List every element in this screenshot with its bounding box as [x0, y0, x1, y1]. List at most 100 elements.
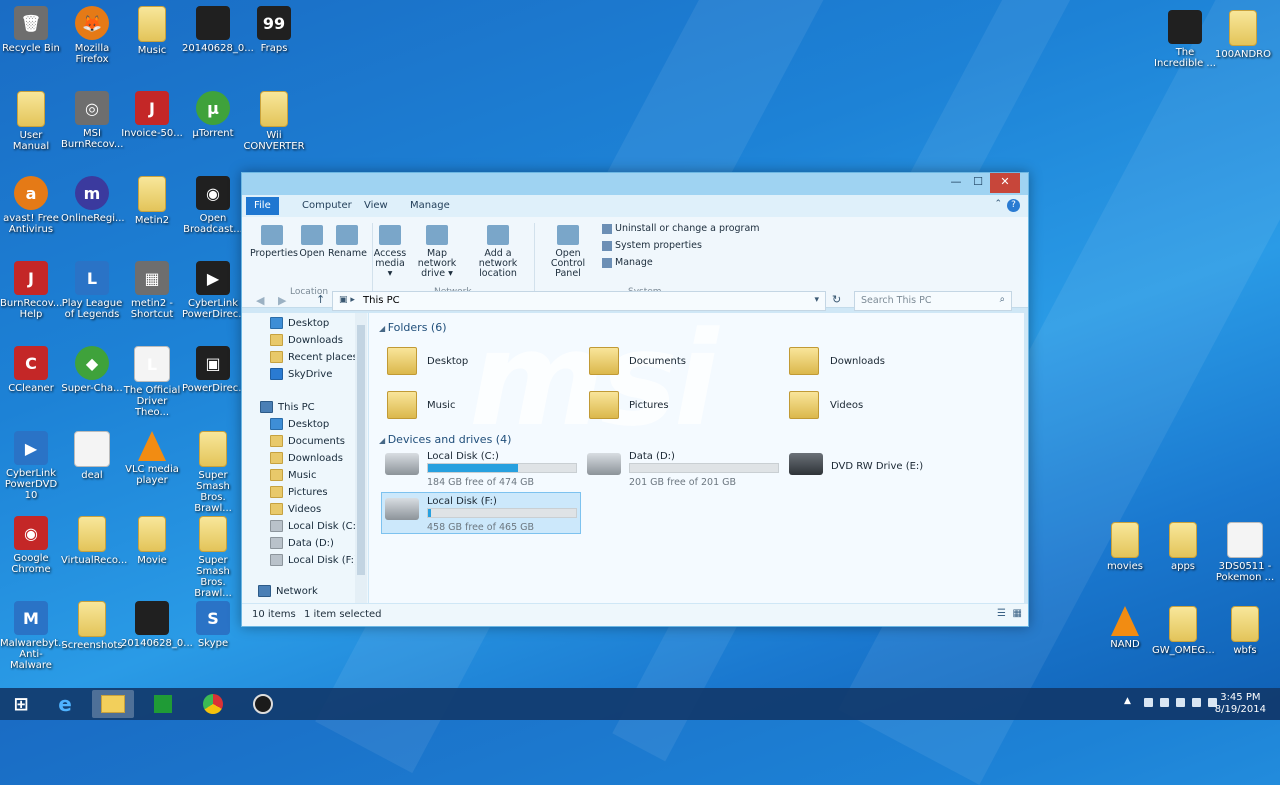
power-icon[interactable]	[1192, 698, 1201, 707]
devices-section-header[interactable]: ◢ Devices and drives (4)	[379, 433, 511, 446]
show-hidden-icons[interactable]: ▲	[1124, 696, 1131, 706]
desktop-icon[interactable]: Metin2	[121, 176, 183, 226]
add-network-location-button[interactable]: Add a network location	[466, 225, 530, 279]
desktop-icon[interactable]: 20140628_0...	[121, 601, 193, 649]
nav-item-music[interactable]: Music	[270, 469, 316, 481]
start-button[interactable]: ⊞	[0, 690, 42, 718]
taskbar-store[interactable]	[142, 690, 184, 718]
desktop-icon[interactable]: User Manual	[0, 91, 62, 152]
desktop-icon[interactable]: C CCleaner	[0, 346, 62, 394]
refresh-icon[interactable]: ↻	[832, 293, 841, 306]
desktop-icon[interactable]: GW_OMEG...	[1152, 606, 1215, 656]
minimize-button[interactable]: —	[944, 173, 968, 193]
folder-downloads[interactable]: Downloads	[830, 356, 885, 367]
folder-pictures[interactable]: Pictures	[629, 400, 669, 411]
manage-button[interactable]: Manage	[602, 257, 653, 268]
desktop-icon[interactable]: J Invoice-50...	[121, 91, 183, 139]
desktop-icon[interactable]: 99 Fraps	[243, 6, 305, 54]
drive-dvd-rw-e[interactable]: DVD RW Drive (E:)	[789, 449, 989, 489]
nav-item-local-disk-f[interactable]: Local Disk (F:)	[270, 554, 358, 566]
details-view-icon[interactable]: ☰	[997, 608, 1006, 619]
desktop-icon[interactable]: 100ANDRO	[1212, 10, 1274, 60]
tab-view[interactable]: View	[356, 197, 396, 215]
folder-videos[interactable]: Videos	[830, 400, 863, 411]
open-control-panel-button[interactable]: Open Control Panel	[538, 225, 598, 279]
nav-item-pictures[interactable]: Pictures	[270, 486, 328, 498]
folder-music[interactable]: Music	[427, 400, 455, 411]
collapse-ribbon-icon[interactable]: ⌃	[994, 199, 1002, 209]
up-icon[interactable]: ↑	[316, 293, 325, 306]
chevron-down-icon[interactable]: ▾	[814, 295, 819, 305]
folders-section-header[interactable]: ◢ Folders (6)	[379, 321, 447, 334]
desktop-icon[interactable]: apps	[1152, 522, 1214, 572]
nav-item-documents[interactable]: Documents	[270, 435, 345, 447]
maximize-button[interactable]: ☐	[966, 173, 990, 193]
desktop-icon[interactable]: µ µTorrent	[182, 91, 244, 139]
action-center-icon[interactable]	[1144, 698, 1153, 707]
desktop-icon[interactable]: 🗑 Recycle Bin	[0, 6, 62, 54]
search-input[interactable]: Search This PC ⌕	[854, 291, 1012, 311]
nav-item-videos[interactable]: Videos	[270, 503, 321, 515]
desktop-icon[interactable]: ◉ Open Broadcast...	[182, 176, 244, 235]
desktop-icon[interactable]: Super Smash Bros. Brawl...	[182, 431, 244, 514]
desktop-icon[interactable]: VirtualReco...	[61, 516, 127, 566]
network-tray-icon[interactable]	[1160, 698, 1169, 707]
drive-local-disk-c[interactable]: Local Disk (C:) 184 GB free of 474 GB	[385, 449, 585, 489]
system-properties-button[interactable]: System properties	[602, 240, 702, 251]
desktop-icon[interactable]: deal	[61, 431, 123, 481]
folder-desktop[interactable]: Desktop	[427, 356, 468, 367]
nav-item-downloads[interactable]: Downloads	[270, 334, 343, 346]
desktop-icon[interactable]: 20140628_0...	[182, 6, 254, 54]
nav-item-this-pc[interactable]: This PC	[260, 401, 315, 413]
tab-manage[interactable]: Manage	[402, 197, 458, 215]
desktop-icon[interactable]: M Malwarebyt... Anti-Malware	[0, 601, 68, 671]
desktop-icon[interactable]: VLC media player	[121, 431, 183, 486]
desktop-icon[interactable]: NAND	[1094, 606, 1156, 650]
desktop-icon[interactable]: m OnlineRegi...	[61, 176, 125, 224]
drive-data-d[interactable]: Data (D:) 201 GB free of 201 GB	[587, 449, 787, 489]
uninstall-program-button[interactable]: Uninstall or change a program	[602, 223, 760, 234]
desktop-icon[interactable]: Movie	[121, 516, 183, 566]
nav-item-network[interactable]: Network	[258, 585, 318, 597]
nav-item-desktop[interactable]: Desktop	[270, 418, 329, 430]
nav-item-desktop[interactable]: Desktop	[270, 317, 329, 329]
nav-item-data-d[interactable]: Data (D:)	[270, 537, 334, 549]
large-icons-view-icon[interactable]: ▦	[1013, 608, 1022, 619]
desktop-icon[interactable]: L The Official Driver Theo...	[121, 346, 183, 418]
desktop-icon[interactable]: ◎ MSI BurnRecov...	[61, 91, 123, 150]
nav-item-recent-places[interactable]: Recent places	[270, 351, 358, 363]
tab-file[interactable]: File	[246, 197, 279, 215]
clock[interactable]: 3:45 PM 8/19/2014	[1215, 692, 1266, 716]
desktop-icon[interactable]: J BurnRecov... Help	[0, 261, 62, 320]
help-icon[interactable]: ?	[1007, 199, 1020, 212]
desktop-icon[interactable]: ▣ PowerDirec...	[182, 346, 248, 394]
desktop-icon[interactable]: ▶ CyberLink PowerDirec...	[182, 261, 248, 320]
taskbar-internet-explorer[interactable]: e	[44, 690, 86, 718]
desktop-icon[interactable]: S Skype	[182, 601, 244, 649]
desktop-icon[interactable]: Music	[121, 6, 183, 56]
nav-item-downloads[interactable]: Downloads	[270, 452, 343, 464]
desktop-icon[interactable]: 3DS0511 - Pokemon ...	[1214, 522, 1276, 583]
close-button[interactable]: ✕	[990, 173, 1020, 193]
map-network-drive-button[interactable]: Map network drive ▾	[408, 225, 466, 279]
back-icon[interactable]: ◀	[256, 294, 264, 307]
taskbar-obs[interactable]	[242, 690, 284, 718]
desktop-icon[interactable]: ▶ CyberLink PowerDVD 10	[0, 431, 62, 501]
desktop-icon[interactable]: ◉ Google Chrome	[0, 516, 62, 575]
properties-button[interactable]: Properties	[250, 225, 298, 259]
folder-documents[interactable]: Documents	[629, 356, 686, 367]
desktop-icon[interactable]: Screenshots	[61, 601, 123, 651]
nav-item-local-disk-c[interactable]: Local Disk (C:)	[270, 520, 360, 532]
file-explorer-window[interactable]: — ☐ ✕ File Computer View Manage ⌃ ? Prop…	[241, 172, 1029, 627]
rename-button[interactable]: Rename	[328, 225, 367, 259]
open-button[interactable]: Open	[296, 225, 328, 259]
access-media-button[interactable]: Access media ▾	[372, 225, 408, 279]
desktop-icon[interactable]: 🦊 Mozilla Firefox	[61, 6, 123, 65]
forward-icon[interactable]: ▶	[278, 294, 286, 307]
desktop-icon[interactable]: movies	[1094, 522, 1156, 572]
desktop-icon[interactable]: Super Smash Bros. Brawl...	[182, 516, 244, 599]
taskbar-chrome[interactable]	[192, 690, 234, 718]
desktop-icon[interactable]: ◆ Super-Cha...	[61, 346, 123, 394]
taskbar-file-explorer[interactable]	[92, 690, 134, 718]
desktop-icon[interactable]: Wii CONVERTER	[243, 91, 305, 152]
